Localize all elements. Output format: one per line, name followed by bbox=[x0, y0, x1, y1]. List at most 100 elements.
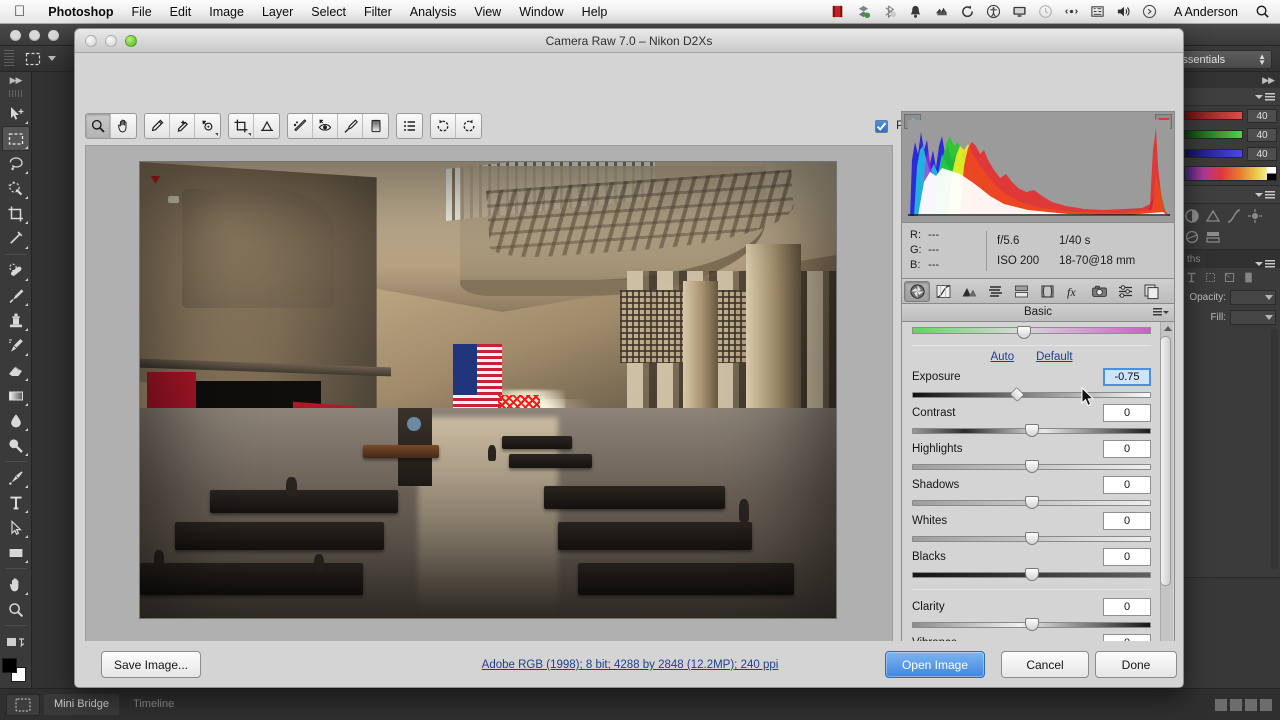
contrast-value-input[interactable]: 0 bbox=[1103, 404, 1151, 422]
green-value[interactable]: 40 bbox=[1247, 128, 1277, 142]
menu-bar-user-name[interactable]: A Anderson bbox=[1168, 5, 1244, 19]
image-preview-pane[interactable] bbox=[85, 145, 893, 650]
tool-preset-chevron-down-icon[interactable] bbox=[48, 56, 56, 61]
lens-corrections-tab[interactable] bbox=[1034, 281, 1060, 302]
exposure-slider-track[interactable] bbox=[912, 388, 1151, 400]
exposure-slider-handle[interactable] bbox=[1010, 387, 1025, 402]
contrast-slider-track[interactable] bbox=[912, 424, 1151, 436]
notification-bell-icon[interactable] bbox=[908, 4, 923, 19]
opacity-input[interactable] bbox=[1230, 290, 1276, 305]
volume-icon[interactable] bbox=[1116, 4, 1131, 19]
foreground-background-color-swatches[interactable] bbox=[2, 658, 30, 684]
fill-input[interactable] bbox=[1230, 310, 1276, 325]
bottom-tab-timeline[interactable]: Timeline bbox=[123, 694, 184, 715]
clock-icon[interactable] bbox=[1142, 4, 1157, 19]
cloud-sync-icon[interactable] bbox=[934, 4, 949, 19]
color-slider-green[interactable]: 40 bbox=[1181, 125, 1280, 144]
dodge-tool[interactable] bbox=[2, 433, 30, 458]
adjustment-brush-icon[interactable] bbox=[338, 114, 363, 138]
options-bar-grip[interactable] bbox=[4, 50, 14, 68]
white-balance-eyedropper-icon[interactable] bbox=[145, 114, 170, 138]
blue-slider-track[interactable] bbox=[1184, 149, 1243, 158]
auto-link[interactable]: Auto bbox=[990, 351, 1014, 363]
red-slider-track[interactable] bbox=[1184, 111, 1243, 120]
crop-tool[interactable] bbox=[2, 201, 30, 226]
menu-item-file[interactable]: File bbox=[123, 0, 161, 24]
eyedropper-tool[interactable] bbox=[2, 226, 30, 251]
path-selection-tool[interactable] bbox=[2, 515, 30, 540]
rotate-clockwise-icon[interactable] bbox=[456, 114, 481, 138]
menu-item-filter[interactable]: Filter bbox=[355, 0, 401, 24]
effects-tab[interactable]: fx bbox=[1060, 281, 1086, 302]
apple-menu-icon[interactable]:  bbox=[14, 4, 25, 19]
hand-tool[interactable] bbox=[2, 572, 30, 597]
eraser-tool[interactable] bbox=[2, 358, 30, 383]
presets-tab[interactable] bbox=[1112, 281, 1138, 302]
targeted-adjustment-icon[interactable] bbox=[195, 114, 220, 138]
split-toning-tab[interactable] bbox=[1008, 281, 1034, 302]
hsl-grayscale-tab[interactable] bbox=[982, 281, 1008, 302]
menu-item-select[interactable]: Select bbox=[302, 0, 355, 24]
bluetooth-icon[interactable] bbox=[882, 4, 897, 19]
save-image-button[interactable]: Save Image... bbox=[101, 651, 201, 678]
crop-tool-icon[interactable] bbox=[229, 114, 254, 138]
color-balance-icon[interactable] bbox=[1205, 229, 1221, 245]
blacks-value-input[interactable]: 0 bbox=[1103, 548, 1151, 566]
rectangular-marquee-tool[interactable] bbox=[2, 126, 30, 151]
history-brush-tool[interactable] bbox=[2, 333, 30, 358]
color-spectrum-ramp[interactable] bbox=[1184, 166, 1277, 181]
dropbox-icon[interactable] bbox=[856, 4, 871, 19]
airplay-icon[interactable] bbox=[1064, 4, 1079, 19]
camera-raw-minimize-button[interactable] bbox=[105, 35, 117, 47]
tone-curve-tab[interactable] bbox=[930, 281, 956, 302]
menu-item-analysis[interactable]: Analysis bbox=[401, 0, 466, 24]
done-button[interactable]: Done bbox=[1095, 651, 1177, 678]
camera-raw-close-button[interactable] bbox=[85, 35, 97, 47]
filter-type-icon[interactable] bbox=[1185, 271, 1198, 284]
clarity-slider-handle[interactable] bbox=[1025, 618, 1039, 631]
rectangle-shape-tool[interactable] bbox=[2, 540, 30, 565]
graduated-filter-icon[interactable] bbox=[363, 114, 388, 138]
levels-icon[interactable] bbox=[1205, 208, 1221, 224]
swatch-cell[interactable] bbox=[1215, 699, 1227, 711]
menu-item-help[interactable]: Help bbox=[573, 0, 617, 24]
exposure-value-input[interactable]: -0.75 bbox=[1103, 368, 1151, 386]
shadows-value-input[interactable]: 0 bbox=[1103, 476, 1151, 494]
lasso-tool[interactable] bbox=[2, 151, 30, 176]
keyboard-input-icon[interactable] bbox=[1090, 4, 1105, 19]
open-image-button[interactable]: Open Image bbox=[885, 651, 985, 678]
clarity-value-input[interactable]: 0 bbox=[1103, 598, 1151, 616]
color-sampler-icon[interactable] bbox=[170, 114, 195, 138]
cancel-button[interactable]: Cancel bbox=[1001, 651, 1089, 678]
horizontal-type-tool[interactable] bbox=[2, 490, 30, 515]
swatch-cell[interactable] bbox=[1260, 699, 1272, 711]
straighten-tool-icon[interactable] bbox=[254, 114, 279, 138]
brightness-contrast-icon[interactable] bbox=[1184, 208, 1200, 224]
panel-flyout-menu-icon[interactable] bbox=[1153, 308, 1169, 316]
menu-item-image[interactable]: Image bbox=[200, 0, 253, 24]
zoom-tool[interactable] bbox=[2, 597, 30, 622]
blacks-slider-track[interactable] bbox=[912, 568, 1151, 580]
color-slider-blue[interactable]: 40 bbox=[1181, 144, 1280, 163]
paths-panel-tab[interactable]: ths bbox=[1181, 252, 1207, 268]
clone-stamp-tool[interactable] bbox=[2, 308, 30, 333]
layers-panel-menu-icon[interactable] bbox=[1255, 260, 1280, 268]
basic-panel-scrollbar[interactable] bbox=[1160, 322, 1173, 658]
screen-recorder-icon[interactable] bbox=[830, 4, 845, 19]
shadows-slider-handle[interactable] bbox=[1025, 496, 1039, 509]
scroll-up-arrow-icon[interactable] bbox=[1161, 322, 1174, 335]
spot-removal-icon[interactable] bbox=[288, 114, 313, 138]
preview-checkbox[interactable] bbox=[875, 120, 888, 133]
highlights-slider-handle[interactable] bbox=[1025, 460, 1039, 473]
camera-raw-window-controls[interactable] bbox=[85, 35, 137, 47]
curves-icon[interactable] bbox=[1226, 208, 1242, 224]
blacks-slider-handle[interactable] bbox=[1025, 568, 1039, 581]
adjustments-panel-menu-icon[interactable] bbox=[1255, 191, 1275, 199]
basic-tab[interactable] bbox=[904, 281, 930, 302]
raw-image-preview[interactable] bbox=[140, 162, 836, 618]
spotlight-search-icon[interactable] bbox=[1255, 4, 1270, 19]
brush-tool[interactable] bbox=[2, 283, 30, 308]
open-preferences-icon[interactable] bbox=[397, 114, 422, 138]
dock-collapse-icon[interactable]: ▶▶ bbox=[1181, 72, 1280, 88]
menu-item-window[interactable]: Window bbox=[510, 0, 572, 24]
